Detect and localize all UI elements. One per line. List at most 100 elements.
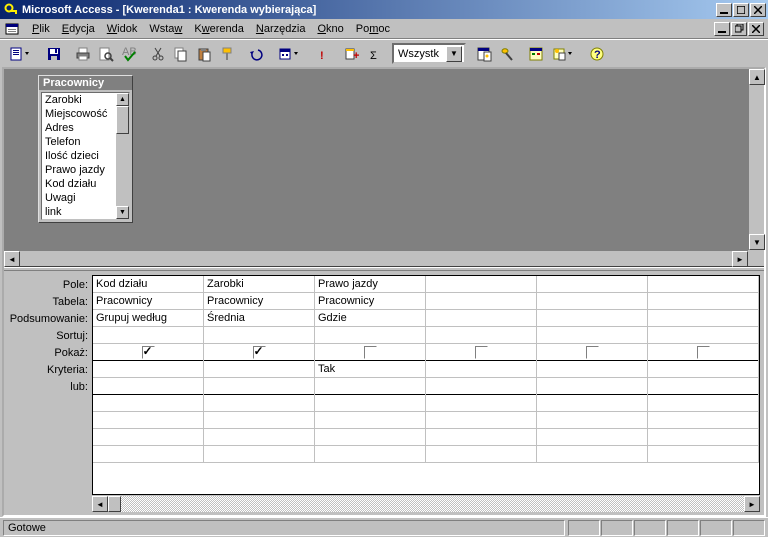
mdi-restore-button[interactable] <box>731 22 747 36</box>
mdi-icon[interactable] <box>4 21 20 37</box>
menu-pomoc[interactable]: Pomoc <box>350 21 396 37</box>
run-button[interactable]: ! <box>311 43 334 65</box>
grid-cell[interactable]: Pracownicy <box>204 293 315 310</box>
grid-cell[interactable] <box>426 276 537 293</box>
mdi-minimize-button[interactable] <box>714 22 730 36</box>
field-item[interactable]: Telefon <box>42 135 116 149</box>
query-type-button[interactable] <box>273 43 305 65</box>
grid-cell[interactable] <box>537 310 648 327</box>
build-button[interactable] <box>495 43 518 65</box>
scroll-thumb[interactable] <box>116 106 129 134</box>
grid-cell[interactable] <box>537 412 648 429</box>
combo-dropdown-button[interactable]: ▼ <box>446 46 462 62</box>
scroll-down-button[interactable]: ▼ <box>116 206 129 219</box>
spelling-button[interactable]: ABC <box>117 43 140 65</box>
field-item[interactable]: Ilość dzieci <box>42 149 116 163</box>
scroll-thumb[interactable] <box>108 496 121 512</box>
menu-edycja[interactable]: Edycja <box>56 21 101 37</box>
grid-cell[interactable] <box>426 310 537 327</box>
grid-cell[interactable] <box>204 429 315 446</box>
grid-cell[interactable] <box>426 395 537 412</box>
grid-cell[interactable] <box>648 429 759 446</box>
grid-cell[interactable] <box>537 395 648 412</box>
totals-button[interactable]: Σ <box>363 43 386 65</box>
field-item[interactable]: Miejscowość <box>42 107 116 121</box>
grid-cell[interactable] <box>93 361 204 378</box>
scroll-track[interactable] <box>108 496 744 512</box>
grid-cell[interactable] <box>204 361 315 378</box>
grid-cell[interactable]: Prawo jazdy <box>315 276 426 293</box>
save-button[interactable] <box>42 43 65 65</box>
menu-kwerenda[interactable]: Kwerenda <box>188 21 250 37</box>
grid-cell[interactable] <box>537 378 648 395</box>
grid-cell[interactable] <box>204 395 315 412</box>
menu-narzędzia[interactable]: Narzędzia <box>250 21 312 37</box>
grid-cell[interactable] <box>426 446 537 463</box>
grid-cell[interactable] <box>315 412 426 429</box>
grid-cell[interactable] <box>426 361 537 378</box>
show-checkbox[interactable] <box>364 346 377 359</box>
show-checkbox[interactable] <box>697 346 710 359</box>
grid-cell[interactable] <box>204 344 315 361</box>
grid-cell[interactable] <box>537 276 648 293</box>
grid-cell[interactable] <box>93 412 204 429</box>
grid-cell[interactable] <box>93 327 204 344</box>
grid-cell[interactable] <box>648 344 759 361</box>
properties-button[interactable] <box>472 43 495 65</box>
view-button[interactable] <box>4 43 36 65</box>
grid-cell[interactable] <box>426 293 537 310</box>
table-pracownicy[interactable]: Pracownicy ZarobkiMiejscowośćAdresTelefo… <box>38 75 133 223</box>
grid-cell[interactable]: Zarobki <box>204 276 315 293</box>
grid-cell[interactable] <box>648 310 759 327</box>
grid-cell[interactable] <box>204 327 315 344</box>
grid-cell[interactable] <box>315 378 426 395</box>
grid-cell[interactable] <box>315 344 426 361</box>
grid-cell[interactable] <box>426 412 537 429</box>
grid-hscrollbar[interactable]: ◄ ► <box>92 496 760 512</box>
grid-cell[interactable] <box>426 378 537 395</box>
show-checkbox[interactable] <box>142 346 155 359</box>
grid-cell[interactable] <box>648 412 759 429</box>
paste-button[interactable] <box>192 43 215 65</box>
print-preview-button[interactable] <box>94 43 117 65</box>
scroll-down-button[interactable]: ▼ <box>749 234 765 250</box>
close-button[interactable] <box>750 3 766 17</box>
grid-cell[interactable] <box>537 327 648 344</box>
grid-cell[interactable] <box>93 395 204 412</box>
grid-cell[interactable]: Pracownicy <box>315 293 426 310</box>
grid-cell[interactable]: Grupuj według <box>93 310 204 327</box>
grid-cell[interactable] <box>537 293 648 310</box>
menu-okno[interactable]: Okno <box>311 21 349 37</box>
show-checkbox[interactable] <box>586 346 599 359</box>
menu-widok[interactable]: Widok <box>101 21 144 37</box>
grid-cell[interactable] <box>426 429 537 446</box>
database-window-button[interactable] <box>524 43 547 65</box>
scroll-right-button[interactable]: ► <box>744 496 760 512</box>
scroll-left-button[interactable]: ◄ <box>92 496 108 512</box>
grid-cell[interactable] <box>648 293 759 310</box>
scroll-right-button[interactable]: ► <box>732 251 748 267</box>
scroll-up-button[interactable]: ▲ <box>749 69 765 85</box>
grid-cell[interactable] <box>315 395 426 412</box>
grid-cell[interactable] <box>648 276 759 293</box>
help-button[interactable]: ? <box>585 43 608 65</box>
new-object-button[interactable] <box>547 43 579 65</box>
grid-cell[interactable]: Kod działu <box>93 276 204 293</box>
mdi-close-button[interactable] <box>748 22 764 36</box>
grid-cell[interactable] <box>93 446 204 463</box>
top-values-combo[interactable]: ▼ <box>392 43 466 64</box>
grid-cell[interactable] <box>648 327 759 344</box>
field-item[interactable]: Prawo jazdy <box>42 163 116 177</box>
copy-button[interactable] <box>169 43 192 65</box>
grid-cell[interactable] <box>537 361 648 378</box>
grid-cell[interactable] <box>648 446 759 463</box>
grid-cell[interactable] <box>537 429 648 446</box>
grid-cell[interactable] <box>537 344 648 361</box>
field-item[interactable]: Kod działu <box>42 177 116 191</box>
show-checkbox[interactable] <box>253 346 266 359</box>
grid-cell[interactable] <box>315 327 426 344</box>
design-grid[interactable]: Kod działuZarobkiPrawo jazdyPracownicyPr… <box>92 275 760 495</box>
show-checkbox[interactable] <box>475 346 488 359</box>
grid-cell[interactable] <box>315 429 426 446</box>
field-item[interactable]: Uwagi <box>42 191 116 205</box>
